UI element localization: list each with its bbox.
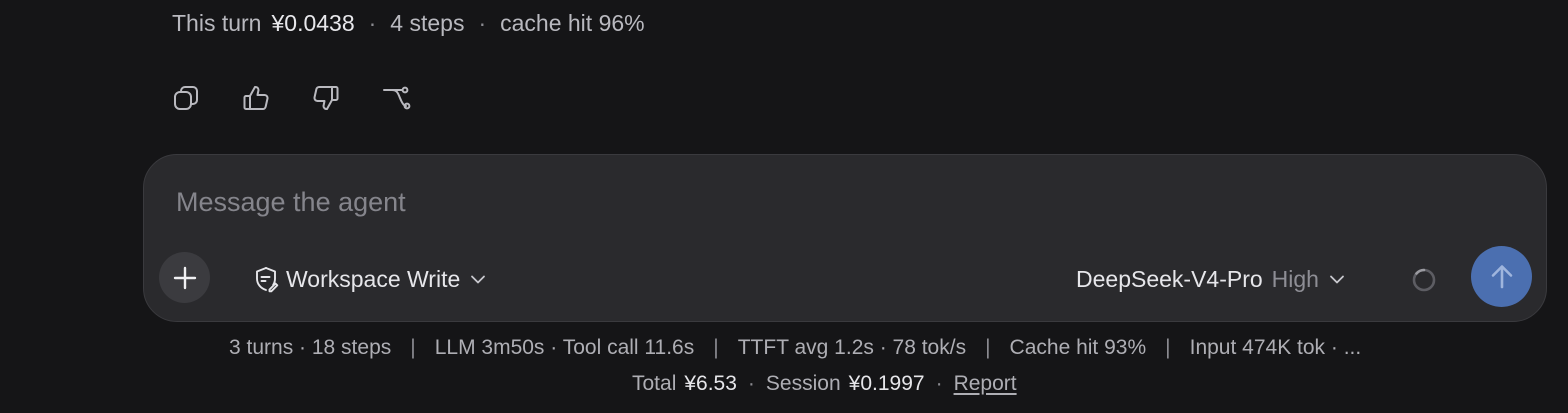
branch-icon: [383, 86, 411, 110]
chevron-down-icon: [1330, 275, 1344, 284]
model-name: DeepSeek-V4-Pro: [1076, 265, 1263, 292]
stat-llm-time: LLM 3m50s · Tool call 11.6s: [434, 336, 695, 359]
stat-separator: |: [1165, 336, 1171, 359]
turn-cache-hit: cache hit 96%: [500, 10, 645, 36]
stat-separator: |: [985, 336, 991, 359]
turn-cost: ¥0.0438: [271, 10, 355, 36]
spinner-icon: [1412, 268, 1436, 292]
reasoning-effort: High: [1271, 265, 1319, 292]
permission-mode-label: Workspace Write: [286, 265, 461, 292]
turn-steps: 4 steps: [390, 10, 465, 36]
separator-dot: ·: [747, 372, 755, 395]
total-label: Total: [632, 372, 677, 395]
total-value: ¥6.53: [684, 372, 737, 395]
separator-dot: ·: [935, 372, 943, 395]
stat-cache-hit: Cache hit 93%: [1009, 336, 1147, 359]
report-link[interactable]: Report: [954, 372, 1017, 396]
stat-turns: 3 turns · 18 steps: [229, 336, 392, 359]
session-stats: 3 turns · 18 steps | LLM 3m50s · Tool call…: [229, 336, 1361, 360]
stat-input-tokens: Input 474K tok · ...: [1189, 336, 1362, 359]
stat-separator: |: [410, 336, 416, 359]
permission-mode-dropdown[interactable]: Workspace Write: [252, 263, 488, 295]
turn-summary: This turn ¥0.0438 · 4 steps · cache hit …: [172, 10, 645, 37]
thumbs-down-button[interactable]: [308, 80, 344, 116]
thumbs-up-button[interactable]: [238, 80, 274, 116]
separator-dot: ·: [368, 10, 377, 36]
plus-icon: [173, 266, 196, 289]
turn-label: This turn: [172, 10, 262, 36]
message-actions: [168, 80, 414, 116]
separator-dot: ·: [478, 10, 487, 36]
copy-button[interactable]: [168, 80, 204, 116]
stat-separator: |: [713, 336, 719, 359]
session-value: ¥0.1997: [848, 372, 925, 395]
cost-totals: Total ¥6.53 · Session ¥0.1997 · Report: [632, 372, 1017, 396]
model-selector-dropdown[interactable]: DeepSeek-V4-Pro High: [1076, 263, 1347, 295]
branch-button[interactable]: [378, 80, 414, 116]
message-composer: Workspace Write DeepSeek-V4-Pro High: [143, 154, 1547, 322]
message-input[interactable]: [174, 183, 1278, 221]
chevron-down-icon: [471, 275, 486, 284]
stat-ttft: TTFT avg 1.2s · 78 tok/s: [737, 336, 967, 359]
thumbs-up-icon: [243, 86, 269, 110]
thumbs-down-icon: [313, 86, 339, 110]
session-label: Session: [765, 372, 841, 395]
add-attachment-button[interactable]: [159, 252, 210, 303]
shield-edit-icon: [256, 267, 279, 293]
copy-icon: [174, 86, 198, 110]
send-button[interactable]: [1471, 246, 1532, 307]
arrow-up-icon: [1491, 264, 1512, 288]
